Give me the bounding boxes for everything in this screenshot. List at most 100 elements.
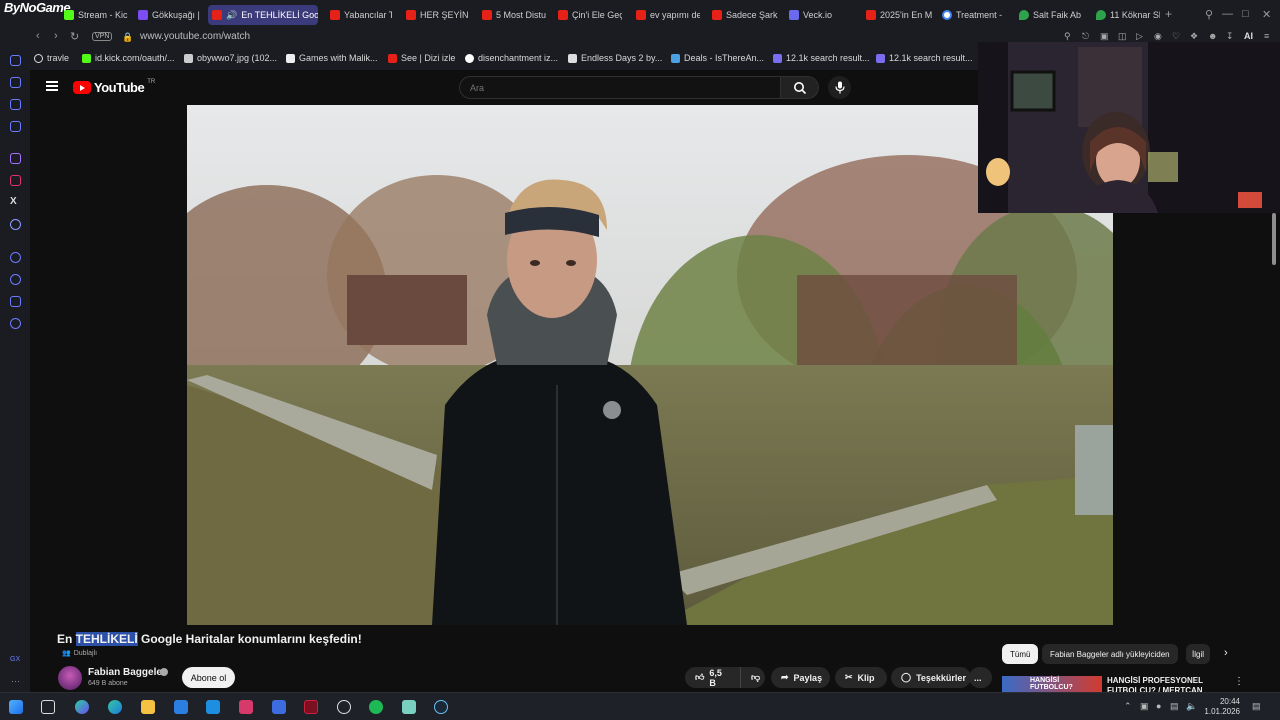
network-icon[interactable]: ▤ bbox=[1170, 701, 1179, 712]
shield-icon[interactable]: ◫ bbox=[1118, 31, 1127, 42]
tab-ev-yapimi[interactable]: ev yapımı de bbox=[632, 5, 700, 25]
search-tabs-icon[interactable]: ⚲ bbox=[1205, 8, 1213, 21]
steam-icon[interactable] bbox=[434, 700, 448, 714]
obs-icon[interactable] bbox=[337, 700, 351, 714]
settings-icon[interactable] bbox=[10, 318, 21, 329]
notification-icon[interactable]: ▤ bbox=[1252, 701, 1261, 712]
youtube-logo[interactable]: YouTube TR bbox=[73, 79, 155, 95]
tray-chevron-icon[interactable]: ⌃ bbox=[1124, 701, 1132, 712]
video-player[interactable] bbox=[187, 105, 1113, 625]
task-view-icon[interactable] bbox=[41, 700, 55, 714]
url-field[interactable]: www.youtube.com/watch bbox=[140, 31, 250, 42]
more-dots-icon[interactable]: ⋯ bbox=[11, 676, 20, 687]
spotify-icon[interactable] bbox=[369, 700, 383, 714]
twitch-icon[interactable] bbox=[10, 153, 21, 164]
player-icon[interactable] bbox=[10, 252, 21, 263]
tab-gokkusagi[interactable]: Gökkuşağı | bbox=[134, 5, 200, 25]
tab-koknar[interactable]: 11 Köknar Sk bbox=[1092, 5, 1160, 25]
share-button[interactable]: ➦ Paylaş bbox=[771, 667, 830, 688]
reload-icon[interactable]: ↻ bbox=[70, 30, 79, 43]
mail-icon[interactable] bbox=[206, 700, 220, 714]
heart-icon[interactable]: ♡ bbox=[1172, 31, 1180, 42]
clip-button[interactable]: ✂ Klip bbox=[835, 667, 887, 688]
page-scrollbar[interactable] bbox=[1272, 213, 1276, 265]
menu-icon[interactable]: ≡ bbox=[1264, 31, 1269, 41]
tab-treatment[interactable]: Treatment - bbox=[938, 5, 1006, 25]
ai-button[interactable]: AI bbox=[1244, 31, 1253, 41]
hamburger-menu-icon[interactable] bbox=[46, 81, 58, 91]
recommended-more-icon[interactable]: ⋮ bbox=[1234, 676, 1244, 687]
channel-avatar[interactable] bbox=[58, 666, 82, 690]
gaming-icon[interactable] bbox=[10, 99, 21, 110]
bookmark-disenchantment[interactable]: disenchantment iz... bbox=[465, 53, 558, 63]
aria-icon[interactable] bbox=[10, 55, 21, 66]
volume-icon[interactable]: 🔈 bbox=[1186, 701, 1197, 712]
tab-kick-stream[interactable]: Stream - Kick bbox=[60, 5, 128, 25]
zoom-icon[interactable]: ⚲ bbox=[1064, 31, 1071, 42]
subscribe-button[interactable]: Abone ol bbox=[182, 667, 235, 688]
bookmark-kick-oauth[interactable]: id.kick.com/oauth/... bbox=[82, 53, 175, 63]
extensions-sidebar-icon[interactable] bbox=[10, 296, 21, 307]
profile-icon[interactable]: ☻ bbox=[1208, 31, 1217, 41]
chip-from-uploader[interactable]: Fabian Baggeler adlı yükleyiciden bbox=[1042, 644, 1178, 664]
tab-5-most[interactable]: 5 Most Distu bbox=[478, 5, 546, 25]
bookmark-deals[interactable]: Deals - IsThereAn... bbox=[671, 53, 764, 63]
messenger-icon[interactable] bbox=[10, 121, 21, 132]
more-actions-button[interactable]: ... bbox=[969, 667, 992, 688]
app-icon[interactable] bbox=[239, 700, 253, 714]
gx-icon[interactable]: GX bbox=[10, 656, 20, 663]
new-tab-icon[interactable]: + bbox=[1165, 7, 1172, 21]
opera-gx-icon[interactable] bbox=[304, 700, 318, 714]
tab-2025[interactable]: 2025'in En M bbox=[862, 5, 932, 25]
chip-all[interactable]: Tümü bbox=[1002, 644, 1039, 664]
dislike-button[interactable]: 👎︎ bbox=[740, 667, 765, 688]
tab-active-video[interactable]: 🔊 En TEHLİKELİ Goo bbox=[208, 5, 318, 25]
taskbar-clock[interactable]: 20:44 1.01.2026 bbox=[1200, 697, 1240, 717]
notepad-icon[interactable] bbox=[402, 700, 416, 714]
search-button[interactable] bbox=[781, 76, 819, 99]
tab-cin[interactable]: Çin'i Ele Geç bbox=[554, 5, 622, 25]
discord-icon[interactable] bbox=[10, 219, 21, 230]
tab-her-seyin[interactable]: HER ŞEYİN bbox=[402, 5, 468, 25]
like-button[interactable]: 👍︎ 6,5 B bbox=[685, 667, 740, 688]
bookmark-search-results-2[interactable]: 12.1k search result... bbox=[876, 53, 973, 63]
tab-salt-faik[interactable]: Salt Faik Ab bbox=[1015, 5, 1083, 25]
x-twitter-icon[interactable]: X bbox=[10, 196, 21, 207]
tab-veck[interactable]: Veck.io bbox=[785, 5, 855, 25]
windows-start-icon[interactable] bbox=[9, 700, 23, 714]
voice-search-button[interactable] bbox=[828, 76, 851, 99]
app-icon[interactable] bbox=[272, 700, 286, 714]
lock-icon[interactable]: 🔒 bbox=[122, 32, 133, 43]
back-icon[interactable]: ‹ bbox=[36, 30, 40, 42]
bookmark-jpg[interactable]: obywwo7.jpg (102... bbox=[184, 53, 277, 63]
vpn-badge[interactable]: VPN bbox=[92, 32, 113, 41]
recommended-thumbnail[interactable]: HANGİSİ FUTBOLCU? bbox=[1002, 676, 1102, 692]
file-explorer-icon[interactable] bbox=[141, 700, 155, 714]
bookmark-travle[interactable]: travle bbox=[34, 53, 69, 63]
edge-icon[interactable] bbox=[108, 700, 122, 714]
workspaces-icon[interactable] bbox=[10, 77, 21, 88]
search-input[interactable] bbox=[459, 76, 781, 99]
channel-name[interactable]: Fabian Baggeler bbox=[88, 667, 166, 678]
tab-sadece[interactable]: Sadece Şark bbox=[708, 5, 778, 25]
bookmark-dizi-izle[interactable]: See | Dizi izle bbox=[388, 53, 455, 63]
extensions-icon[interactable]: ❖ bbox=[1190, 31, 1198, 42]
screenshot-icon[interactable]: ▣ bbox=[1100, 31, 1109, 42]
play-icon[interactable]: ▷ bbox=[1136, 31, 1143, 42]
download-icon[interactable]: ↧ bbox=[1226, 31, 1234, 42]
tab-yabancilar[interactable]: Yabancılar T bbox=[326, 5, 392, 25]
chevron-right-icon[interactable]: › bbox=[1224, 647, 1228, 659]
maximize-icon[interactable]: □ bbox=[1242, 8, 1249, 20]
camera-icon[interactable]: ◉ bbox=[1154, 31, 1162, 42]
forward-icon[interactable]: › bbox=[54, 30, 58, 42]
close-window-icon[interactable]: ✕ bbox=[1262, 8, 1271, 21]
copilot-icon[interactable] bbox=[75, 700, 89, 714]
thanks-button[interactable]: ◯ Teşekkürler bbox=[891, 667, 971, 688]
recommended-title[interactable]: HANGİSİ PROFESYONEL FUTBOLCU? / MERTCAN bbox=[1107, 676, 1217, 692]
bookmark-search-results-1[interactable]: 12.1k search result... bbox=[773, 53, 870, 63]
history-icon[interactable] bbox=[10, 274, 21, 285]
store-icon[interactable] bbox=[174, 700, 188, 714]
minimize-icon[interactable]: — bbox=[1222, 8, 1233, 20]
chip-related[interactable]: İlgil bbox=[1186, 644, 1210, 664]
tray-app-icon[interactable]: ▣ bbox=[1140, 701, 1149, 712]
